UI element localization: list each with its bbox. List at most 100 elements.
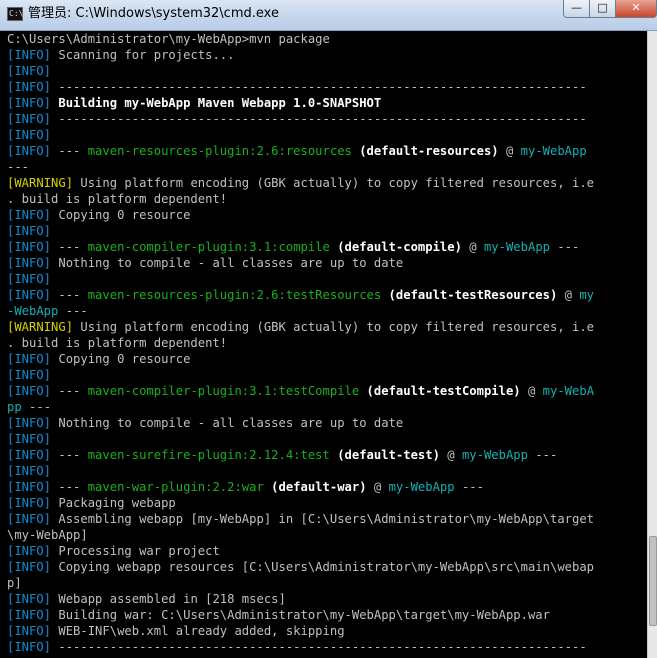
- console-text: my-WebA: [542, 384, 595, 398]
- console-text: ---: [51, 144, 88, 158]
- console-text: \my-WebApp]: [7, 528, 88, 542]
- console-line: [INFO] Copying 0 resource: [7, 207, 647, 223]
- console-line: [INFO] Nothing to compile - all classes …: [7, 255, 647, 271]
- console-text: ---: [454, 480, 484, 494]
- console-line: [INFO] Building war: C:\Users\Administra…: [7, 607, 647, 623]
- title-bar[interactable]: C:\ 管理员: C:\Windows\system32\cmd.exe — □…: [0, 0, 657, 31]
- vertical-scrollbar[interactable]: [647, 31, 657, 658]
- console-text: ---: [21, 400, 52, 414]
- console-text: [INFO]: [7, 352, 52, 366]
- console-text: C:\Users\Administrator\my-WebApp>mvn pac…: [7, 32, 330, 46]
- console-line: [INFO] WEB-INF\web.xml already added, sk…: [7, 623, 647, 639]
- console-text: maven-compiler-plugin:3.1:compile: [87, 240, 330, 254]
- console-text: [WARNING]: [7, 320, 74, 334]
- console-text: maven-resources-plugin:2.6:testResources: [87, 288, 382, 302]
- console-line: [INFO] Copying webapp resources [C:\User…: [7, 559, 647, 575]
- console-text: (default-testResources): [381, 288, 558, 302]
- console-line: [INFO] --- maven-compiler-plugin:3.1:com…: [7, 239, 647, 255]
- console-line: [INFO] Nothing to compile - all classes …: [7, 415, 647, 431]
- console-text: [INFO]: [7, 592, 52, 606]
- console-text: ---: [51, 288, 88, 302]
- console-text: Webapp assembled in [218 msecs]: [51, 592, 286, 606]
- console-text: (default-test): [329, 448, 440, 462]
- console-text: Building war: C:\Users\Administrator\my-…: [51, 608, 550, 622]
- console-line: [INFO] --- maven-resources-plugin:2.6:te…: [7, 287, 647, 303]
- console-line: [INFO]: [7, 223, 647, 239]
- console-text: [INFO]: [7, 432, 52, 446]
- maximize-button[interactable]: □: [589, 0, 616, 18]
- console-text: [INFO]: [7, 608, 52, 622]
- console-text: ---: [51, 448, 88, 462]
- console-text: @: [498, 144, 521, 158]
- console-text: Copying 0 resource: [51, 352, 191, 366]
- console-text: [INFO]: [7, 64, 52, 78]
- console-text: Using platform encoding (GBK actually) t…: [73, 176, 595, 190]
- console-text: [INFO]: [7, 464, 52, 478]
- console-text: [INFO]: [7, 640, 52, 654]
- close-button[interactable]: ✕: [615, 0, 657, 18]
- console-text: maven-surefire-plugin:2.12.4:test: [87, 448, 330, 462]
- console-line: . build is platform dependent!: [7, 335, 647, 351]
- console-text: ---: [527, 448, 558, 462]
- console-text: ----------------------------------------…: [51, 80, 587, 94]
- console-text: Nothing to compile - all classes are up …: [51, 256, 404, 270]
- console-text: maven-war-plugin:2.2:war: [87, 480, 264, 494]
- console-line: [INFO] Copying 0 resource: [7, 351, 647, 367]
- console-text: Building my-WebApp Maven Webapp 1.0-SNAP…: [51, 96, 382, 110]
- console-text: Packaging webapp: [51, 496, 176, 510]
- console-text: [INFO]: [7, 416, 52, 430]
- console-text: p]: [7, 576, 22, 590]
- console-line: [INFO] Scanning for projects...: [7, 47, 647, 63]
- console-text: @: [439, 448, 462, 462]
- console-text: Copying webapp resources [C:\Users\Admin…: [51, 560, 595, 574]
- console-line: p]: [7, 575, 647, 591]
- console-line: [WARNING] Using platform encoding (GBK a…: [7, 175, 647, 191]
- console-line: [INFO]: [7, 271, 647, 287]
- console-text: [INFO]: [7, 208, 52, 222]
- console-line: [INFO]: [7, 127, 647, 143]
- console-text: @: [557, 288, 580, 302]
- console-line: [INFO] Packaging webapp: [7, 495, 647, 511]
- console-text: ---: [51, 480, 88, 494]
- cmd-app-icon[interactable]: C:\: [7, 7, 23, 21]
- console-line: -WebApp ---: [7, 303, 647, 319]
- console-line: [INFO] Assembling webapp [my-WebApp] in …: [7, 511, 647, 527]
- console-text: [INFO]: [7, 48, 52, 62]
- console-text: [INFO]: [7, 128, 52, 142]
- console-text: ---: [51, 240, 88, 254]
- console-line: [INFO] Processing war project: [7, 543, 647, 559]
- console-text: maven-compiler-plugin:3.1:testCompile: [87, 384, 360, 398]
- console-text: ---: [7, 160, 30, 174]
- console-text: -WebApp: [7, 304, 59, 318]
- console-text: [INFO]: [7, 448, 52, 462]
- console-line: [INFO] ---------------------------------…: [7, 111, 647, 127]
- console-text: Using platform encoding (GBK actually) t…: [73, 320, 595, 334]
- cmd-window: C:\ 管理员: C:\Windows\system32\cmd.exe — □…: [0, 0, 657, 658]
- console-line: [INFO]: [7, 367, 647, 383]
- console-text: my-WebApp: [388, 480, 455, 494]
- console-text: ----------------------------------------…: [51, 640, 587, 654]
- console-text: my-WebApp: [461, 448, 528, 462]
- console-text: [INFO]: [7, 112, 52, 126]
- console-line: [WARNING] Using platform encoding (GBK a…: [7, 319, 647, 335]
- console-line: [INFO] Webapp assembled in [218 msecs]: [7, 591, 647, 607]
- console-text: [INFO]: [7, 256, 52, 270]
- console-text: ----------------------------------------…: [51, 112, 587, 126]
- console-text: @: [520, 384, 543, 398]
- console-line: [INFO] --- maven-resources-plugin:2.6:re…: [7, 143, 647, 159]
- console-text: [INFO]: [7, 80, 52, 94]
- console-text: pp: [7, 400, 22, 414]
- console-text: my-WebApp: [483, 240, 550, 254]
- console-text: my-WebApp: [520, 144, 587, 158]
- console-text: Assembling webapp [my-WebApp] in [C:\Use…: [51, 512, 595, 526]
- console-text: [INFO]: [7, 384, 52, 398]
- console-text: my: [579, 288, 595, 302]
- console-text: (default-war): [263, 480, 367, 494]
- scrollbar-thumb[interactable]: [649, 536, 657, 626]
- console-text: [INFO]: [7, 224, 52, 238]
- console-line: [INFO] ---------------------------------…: [7, 79, 647, 95]
- minimize-button[interactable]: —: [563, 0, 590, 18]
- console-output[interactable]: C:\Users\Administrator\my-WebApp>mvn pac…: [7, 31, 647, 658]
- console-line: [INFO]: [7, 463, 647, 479]
- console-text: [INFO]: [7, 480, 52, 494]
